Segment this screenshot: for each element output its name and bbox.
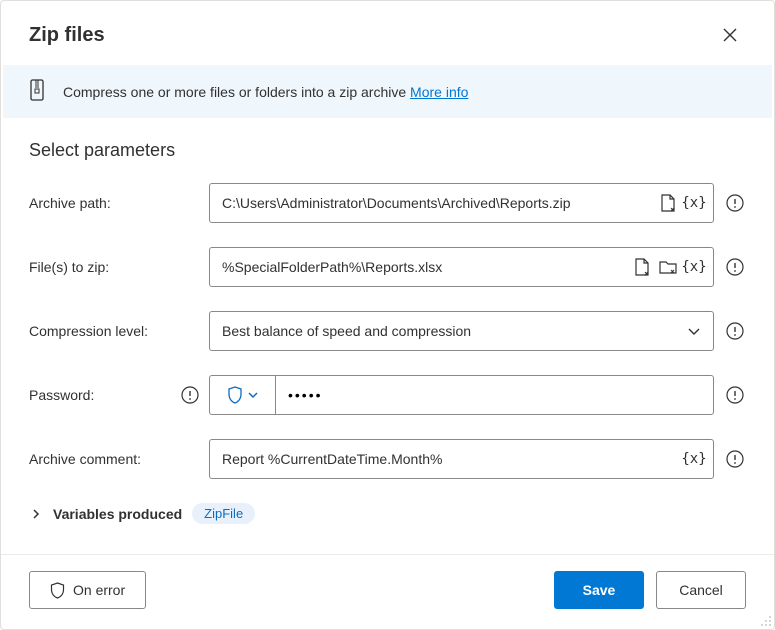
dialog-title: Zip files (29, 24, 105, 47)
info-banner: Compress one or more files or folders in… (3, 65, 772, 118)
label-files-to-zip: File(s) to zip: (29, 259, 209, 275)
row-archive-path: Archive path: {x} (29, 183, 746, 223)
archive-path-input[interactable]: {x} (209, 183, 714, 223)
close-icon (723, 28, 737, 42)
files-to-zip-field[interactable] (222, 259, 627, 275)
help-icon[interactable] (179, 384, 201, 406)
dialog-header: Zip files (1, 1, 774, 65)
folder-picker-icon[interactable] (657, 256, 679, 278)
archive-comment-input[interactable]: {x} (209, 439, 714, 479)
label-archive-path: Archive path: (29, 195, 209, 211)
archive-path-field[interactable] (222, 195, 653, 211)
help-icon[interactable] (724, 256, 746, 278)
section-title: Select parameters (29, 140, 746, 161)
chevron-down-icon (683, 320, 705, 342)
chevron-down-icon (247, 389, 259, 401)
row-files-to-zip: File(s) to zip: {x} (29, 247, 746, 287)
dialog-body: Select parameters Archive path: {x} File… (1, 118, 774, 554)
password-field[interactable] (288, 387, 701, 403)
variables-produced-row[interactable]: Variables produced ZipFile (29, 503, 746, 524)
more-info-link[interactable]: More info (410, 84, 468, 100)
compression-select[interactable]: Best balance of speed and compression (209, 311, 714, 351)
help-icon[interactable] (724, 448, 746, 470)
shield-icon (227, 386, 243, 404)
row-archive-comment: Archive comment: {x} (29, 439, 746, 479)
zip-files-dialog: Zip files Compress one or more files or … (0, 0, 775, 630)
variable-pill[interactable]: ZipFile (192, 503, 255, 524)
shield-icon (50, 582, 65, 599)
files-to-zip-input[interactable]: {x} (209, 247, 714, 287)
help-icon[interactable] (724, 384, 746, 406)
file-picker-icon[interactable] (631, 256, 653, 278)
variable-picker-icon[interactable]: {x} (683, 256, 705, 278)
variable-picker-icon[interactable]: {x} (683, 448, 705, 470)
password-mode-toggle[interactable] (210, 376, 276, 414)
save-button[interactable]: Save (554, 571, 644, 609)
row-password: Password: (29, 375, 746, 415)
help-icon[interactable] (724, 192, 746, 214)
variables-produced-label: Variables produced (53, 506, 182, 522)
help-icon[interactable] (724, 320, 746, 342)
variable-picker-icon[interactable]: {x} (683, 192, 705, 214)
label-compression: Compression level: (29, 323, 209, 339)
cancel-button[interactable]: Cancel (656, 571, 746, 609)
row-compression: Compression level: Best balance of speed… (29, 311, 746, 351)
chevron-right-icon (29, 509, 43, 519)
banner-text: Compress one or more files or folders in… (63, 84, 468, 100)
on-error-button[interactable]: On error (29, 571, 146, 609)
label-archive-comment: Archive comment: (29, 451, 209, 467)
password-input[interactable] (209, 375, 714, 415)
dialog-footer: On error Save Cancel (1, 554, 774, 629)
file-picker-icon[interactable] (657, 192, 679, 214)
resize-grip-icon[interactable] (758, 613, 772, 627)
zip-icon (29, 79, 49, 104)
label-password: Password: (29, 387, 94, 403)
archive-comment-field[interactable] (222, 451, 679, 467)
close-button[interactable] (714, 19, 746, 51)
